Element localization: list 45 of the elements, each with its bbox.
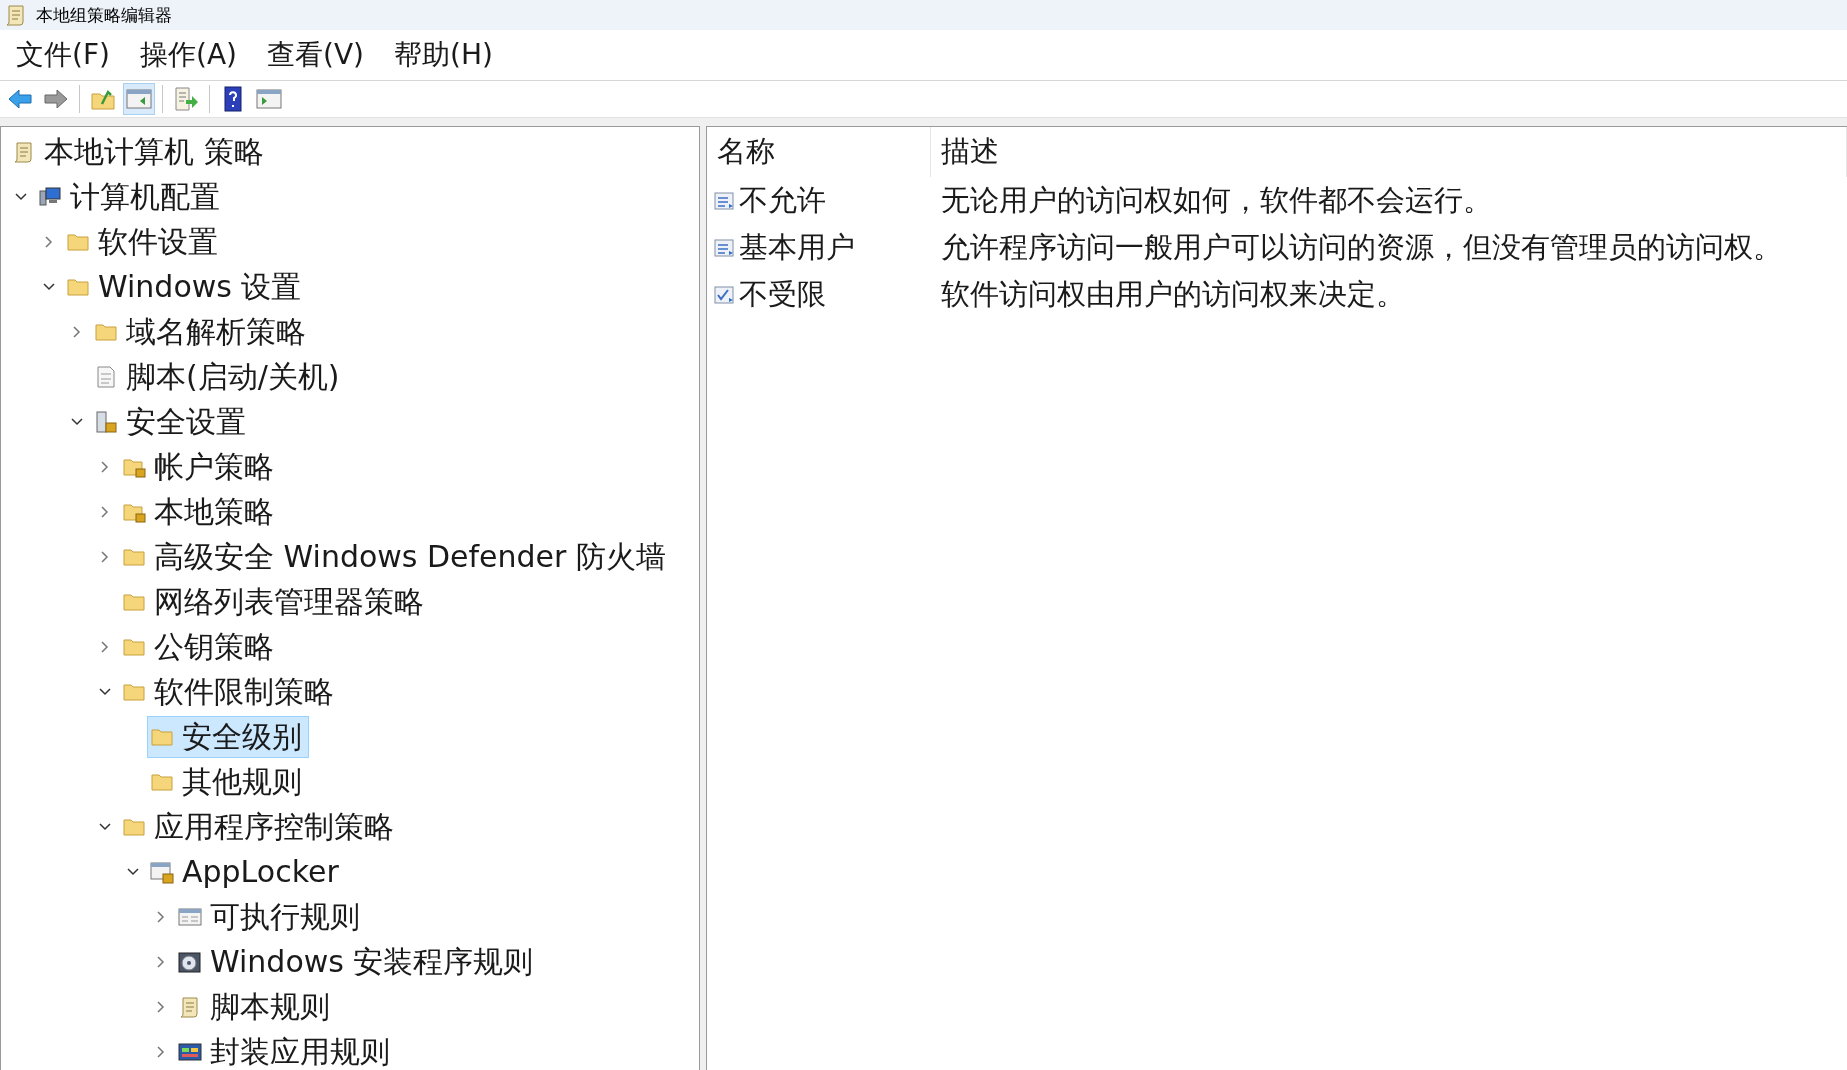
- menu-item[interactable]: 文件(F): [6, 36, 120, 74]
- window-panel-icon: [126, 86, 152, 112]
- pressed-toolbar-button[interactable]: [123, 83, 155, 115]
- tree-item[interactable]: 安全设置: [91, 400, 253, 443]
- computer-icon: [38, 184, 62, 209]
- menu-item[interactable]: 操作(A): [129, 36, 247, 74]
- tree-item[interactable]: 域名解析策略: [91, 310, 313, 353]
- tree-item[interactable]: 帐户策略: [119, 445, 281, 488]
- selected-tree-item[interactable]: 安全级别: [147, 715, 309, 758]
- export-list-icon: [173, 86, 199, 112]
- column-header[interactable]: 描述: [931, 127, 1847, 177]
- table-cell-text: 基本用户: [739, 228, 855, 266]
- window-lock-icon: [150, 859, 174, 884]
- tree-item[interactable]: 软件限制策略: [119, 670, 341, 713]
- tree-item[interactable]: 脚本规则: [175, 985, 337, 1028]
- tree-item[interactable]: Windows 安装程序规则: [175, 940, 541, 983]
- menu-item[interactable]: 查看(V): [256, 36, 374, 74]
- tree-item[interactable]: 软件设置: [63, 220, 225, 263]
- tree-item[interactable]: Windows 设置: [63, 265, 309, 308]
- table-cell-text: 不允许: [739, 181, 826, 219]
- table-cell-text: 软件访问权由用户的访问权来决定。: [940, 275, 1406, 313]
- menu-item[interactable]: 帮助(H): [384, 36, 503, 74]
- forward-arrow-icon: [43, 86, 69, 112]
- column-header[interactable]: 名称: [707, 127, 931, 177]
- script-file-icon: [94, 364, 118, 389]
- disc-box-icon: [178, 949, 202, 974]
- tree-item[interactable]: 可执行规则: [175, 895, 367, 938]
- table-cell-text: 允许程序访问一般用户可以访问的资源，但没有管理员的访问权。: [940, 228, 1783, 266]
- tree-item[interactable]: 本地策略: [119, 490, 281, 533]
- back-arrow-icon: [7, 86, 33, 112]
- tree-item[interactable]: 计算机配置: [35, 175, 227, 218]
- tree-item[interactable]: 高级安全 Windows Defender 防火墙: [119, 535, 673, 578]
- tree-item[interactable]: 本地计算机 策略: [9, 130, 271, 173]
- tree-item[interactable]: 封装应用规则: [175, 1030, 397, 1070]
- table-cell-text: 无论用户的访问权如何，软件都不会运行。: [940, 181, 1493, 219]
- tree-item[interactable]: AppLocker: [147, 850, 346, 893]
- window-panel-icon: [256, 86, 282, 112]
- tree-item[interactable]: 应用程序控制策略: [119, 805, 401, 848]
- server-lock-icon: [94, 409, 118, 434]
- table-cell-text: 不受限: [739, 275, 826, 313]
- tree-item[interactable]: 网络列表管理器策略: [119, 580, 431, 623]
- window-title: 本地组策略编辑器: [36, 3, 172, 27]
- tree-item[interactable]: 其他规则: [147, 760, 309, 803]
- tree-item[interactable]: 公钥策略: [119, 625, 281, 668]
- tree-item[interactable]: 脚本(启动/关机): [91, 355, 347, 398]
